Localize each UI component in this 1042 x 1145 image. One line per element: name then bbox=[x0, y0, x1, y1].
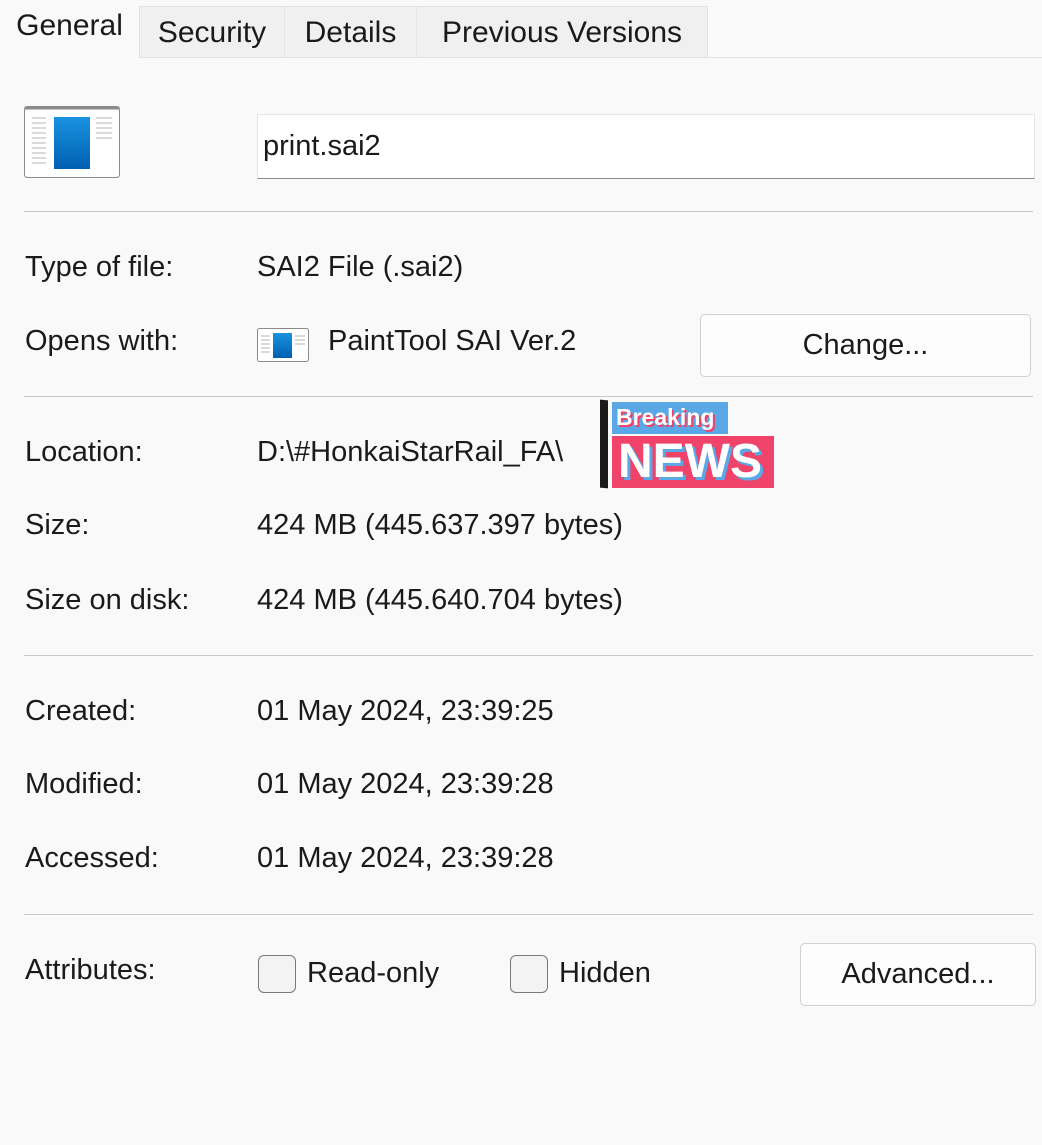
accessed-label: Accessed: bbox=[25, 842, 159, 874]
attributes-label: Attributes: bbox=[25, 954, 156, 986]
location-label: Location: bbox=[25, 436, 143, 468]
type-of-file-value: SAI2 File (.sai2) bbox=[257, 251, 464, 283]
sticker-breaking-text: Breaking bbox=[612, 402, 728, 434]
modified-label: Modified: bbox=[25, 768, 143, 800]
divider bbox=[24, 914, 1033, 915]
sticker-news-text: NEWS bbox=[612, 436, 774, 488]
advanced-button[interactable]: Advanced... bbox=[800, 943, 1036, 1006]
painttool-sai-icon bbox=[257, 328, 309, 362]
hidden-checkbox[interactable] bbox=[510, 955, 548, 993]
size-on-disk-value: 424 MB (445.640.704 bytes) bbox=[257, 584, 623, 616]
modified-value: 01 May 2024, 23:39:28 bbox=[257, 768, 554, 800]
created-value: 01 May 2024, 23:39:25 bbox=[257, 695, 554, 727]
opens-with-value: PaintTool SAI Ver.2 bbox=[328, 325, 577, 357]
size-value: 424 MB (445.637.397 bytes) bbox=[257, 509, 623, 541]
accessed-value: 01 May 2024, 23:39:28 bbox=[257, 842, 554, 874]
read-only-checkbox[interactable] bbox=[258, 955, 296, 993]
opens-with-label: Opens with: bbox=[25, 325, 179, 357]
tab-divider bbox=[139, 57, 1042, 58]
breaking-news-sticker: Breaking NEWS bbox=[600, 398, 780, 490]
type-of-file-label: Type of file: bbox=[25, 251, 174, 283]
tab-security[interactable]: Security bbox=[139, 6, 285, 57]
file-icon bbox=[24, 106, 120, 178]
tab-general[interactable]: General bbox=[0, 0, 139, 58]
file-name-input[interactable] bbox=[257, 114, 1035, 179]
size-label: Size: bbox=[25, 509, 90, 541]
divider bbox=[24, 211, 1033, 212]
location-value: D:\#HonkaiStarRail_FA\ bbox=[257, 436, 564, 468]
tab-previous-versions[interactable]: Previous Versions bbox=[416, 6, 708, 57]
divider bbox=[24, 396, 1033, 397]
tab-bar: General Security Details Previous Versio… bbox=[0, 0, 1042, 58]
change-button[interactable]: Change... bbox=[700, 314, 1031, 377]
hidden-label[interactable]: Hidden bbox=[559, 957, 651, 990]
created-label: Created: bbox=[25, 695, 137, 727]
size-on-disk-label: Size on disk: bbox=[25, 584, 190, 616]
tab-details[interactable]: Details bbox=[284, 6, 417, 57]
divider bbox=[24, 655, 1033, 656]
read-only-label[interactable]: Read-only bbox=[307, 957, 439, 990]
